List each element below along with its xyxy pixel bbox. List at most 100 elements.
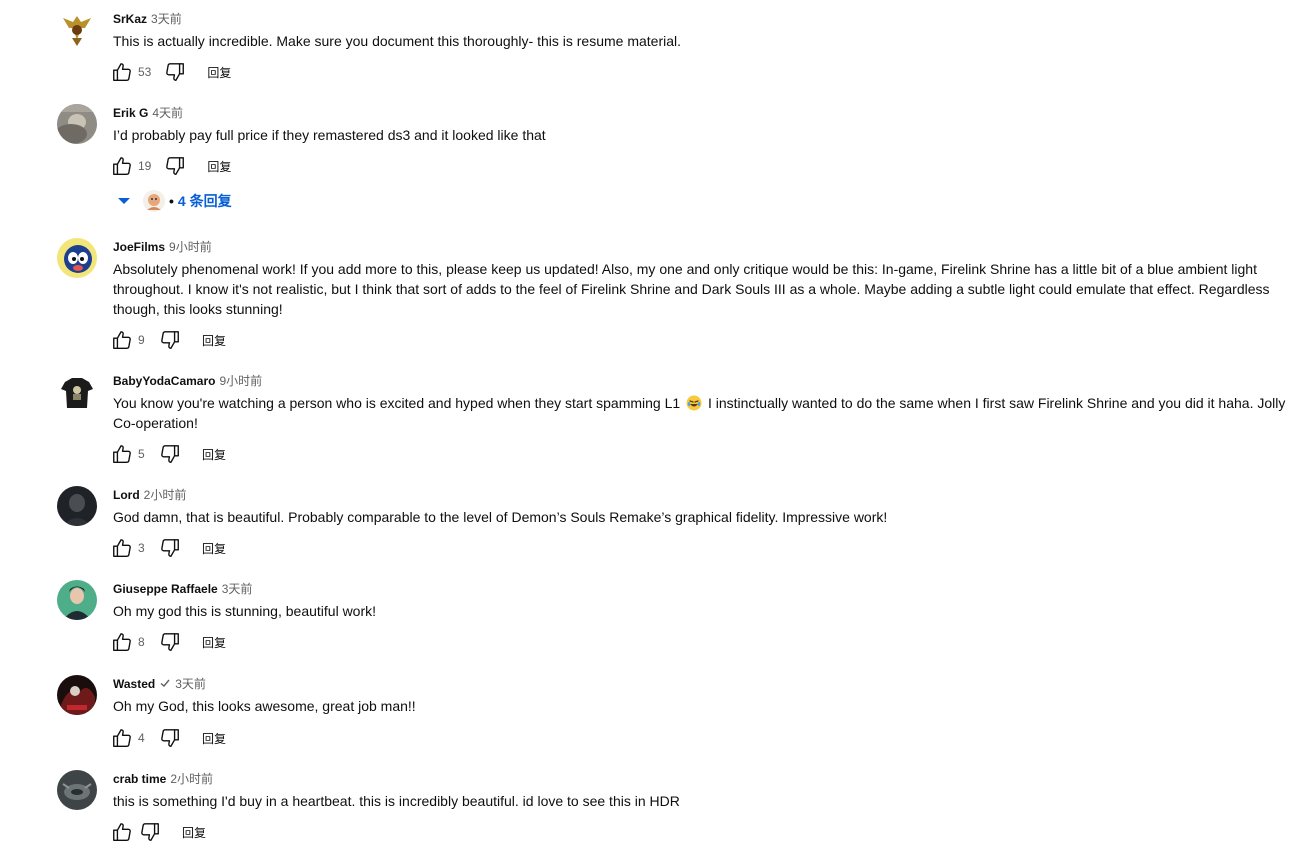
view-replies-button[interactable]: • 4 条回复 (117, 186, 232, 216)
comment-time[interactable]: 2小时前 (170, 772, 213, 786)
thumbs-down-icon (161, 445, 179, 463)
comment-text: I’d probably pay full price if they rema… (113, 127, 546, 143)
comment-header: SrKaz 3天前 (113, 10, 182, 28)
thumbs-up-icon (113, 445, 131, 463)
comment-time[interactable]: 2小时前 (144, 488, 187, 502)
avatar[interactable] (57, 580, 97, 620)
comment-text: This is actually incredible. Make sure y… (113, 33, 682, 49)
reply-button[interactable]: 回复 (207, 64, 231, 81)
comment-time[interactable]: 3天前 (222, 582, 253, 596)
dislike-button[interactable] (163, 60, 187, 84)
author-name[interactable]: BabyYodaCamaro (113, 374, 215, 388)
reply-button[interactable]: 回复 (202, 332, 226, 349)
chevron-down-icon (118, 198, 130, 204)
reply-button[interactable]: 回复 (202, 446, 226, 463)
thumbs-down-icon (161, 633, 179, 651)
avatar[interactable] (57, 770, 97, 810)
like-count: 8 (138, 635, 145, 649)
reply-button[interactable]: 回复 (182, 824, 206, 841)
verified-check-icon (159, 676, 171, 694)
avatar[interactable] (57, 372, 97, 412)
comment-header: Giuseppe Raffaele 3天前 (113, 580, 252, 598)
thumbs-up-icon (113, 633, 131, 651)
comment-actions: 9 回复 (110, 328, 226, 352)
author-name[interactable]: SrKaz (113, 12, 147, 26)
dislike-button[interactable] (158, 630, 182, 654)
comment-text: Absolutely phenomenal work! If you add m… (113, 261, 1270, 317)
avatar[interactable] (57, 238, 97, 278)
thumbs-down-icon (161, 539, 179, 557)
thumbs-down-icon (166, 157, 185, 175)
dislike-button[interactable] (158, 442, 182, 466)
author-name[interactable]: crab time (113, 772, 166, 786)
comment-time[interactable]: 3天前 (175, 677, 206, 691)
dislike-button[interactable] (158, 726, 182, 750)
thumbs-up-icon (113, 539, 131, 557)
thumbs-up-icon (113, 331, 131, 349)
like-button[interactable] (110, 60, 134, 84)
dislike-button[interactable] (158, 536, 182, 560)
like-button[interactable] (110, 328, 134, 352)
comment-header: Wasted 3天前 (113, 675, 206, 694)
like-count: 3 (138, 541, 145, 555)
comment-text: Oh my god this is stunning, beautiful wo… (113, 603, 377, 619)
comment-actions: 19 回复 (110, 154, 231, 178)
thumbs-down-icon (161, 331, 179, 349)
thumbs-down-icon (161, 729, 179, 747)
comment-text: Oh my God, this looks awesome, great job… (113, 698, 416, 714)
comment-header: BabyYodaCamaro 9小时前 (113, 372, 262, 390)
replies-separator: • (169, 193, 174, 209)
thumbs-up-icon (113, 63, 131, 81)
thumbs-down-icon (141, 823, 159, 841)
comment-actions: 8 回复 (110, 630, 226, 654)
comment-time[interactable]: 3天前 (151, 12, 182, 26)
like-count: 4 (138, 731, 145, 745)
comment-actions: 53 回复 (110, 60, 231, 84)
rolling-laughing-emoji (686, 395, 702, 411)
comment-text: this is something I'd buy in a heartbeat… (113, 793, 680, 809)
reply-button[interactable]: 回复 (202, 730, 226, 747)
thumbs-up-icon (113, 729, 131, 747)
comment-header: JoeFilms 9小时前 (113, 238, 212, 256)
comment-actions: 4 回复 (110, 726, 226, 750)
author-name[interactable]: Giuseppe Raffaele (113, 582, 218, 596)
like-count: 9 (138, 333, 145, 347)
comment-actions: 回复 (110, 820, 206, 844)
like-button[interactable] (110, 154, 134, 178)
like-count: 5 (138, 447, 145, 461)
dislike-button[interactable] (138, 820, 162, 844)
comment-text: God damn, that is beautiful. Probably co… (113, 509, 888, 525)
like-button[interactable] (110, 442, 134, 466)
avatar[interactable] (57, 486, 97, 526)
comment-header: Lord 2小时前 (113, 486, 186, 504)
author-name[interactable]: Wasted (113, 677, 155, 691)
reply-button[interactable]: 回复 (207, 158, 231, 175)
comment-text-part: You know you're watching a person who is… (113, 395, 681, 411)
thumbs-down-icon (166, 63, 185, 81)
avatar[interactable] (57, 10, 97, 50)
like-button[interactable] (110, 820, 134, 844)
thumbs-up-icon (113, 823, 131, 841)
avatar[interactable] (57, 104, 97, 144)
comment-time[interactable]: 4天前 (152, 106, 183, 120)
reply-button[interactable]: 回复 (202, 540, 226, 557)
reply-author-avatar (143, 190, 165, 212)
dislike-button[interactable] (163, 154, 187, 178)
thumbs-up-icon (113, 157, 131, 175)
author-name[interactable]: Lord (113, 488, 140, 502)
reply-button[interactable]: 回复 (202, 634, 226, 651)
comment-header: Erik G 4天前 (113, 104, 183, 122)
comment-time[interactable]: 9小时前 (219, 374, 262, 388)
dislike-button[interactable] (158, 328, 182, 352)
comment-actions: 3 回复 (110, 536, 226, 560)
comment-actions: 5 回复 (110, 442, 226, 466)
author-name[interactable]: Erik G (113, 106, 148, 120)
comment-time[interactable]: 9小时前 (169, 240, 212, 254)
like-button[interactable] (110, 630, 134, 654)
replies-count-label[interactable]: 4 条回复 (178, 191, 232, 211)
author-name[interactable]: JoeFilms (113, 240, 165, 254)
like-button[interactable] (110, 536, 134, 560)
like-button[interactable] (110, 726, 134, 750)
comment-text: You know you're watching a person who is… (113, 393, 1288, 433)
avatar[interactable] (57, 675, 97, 715)
